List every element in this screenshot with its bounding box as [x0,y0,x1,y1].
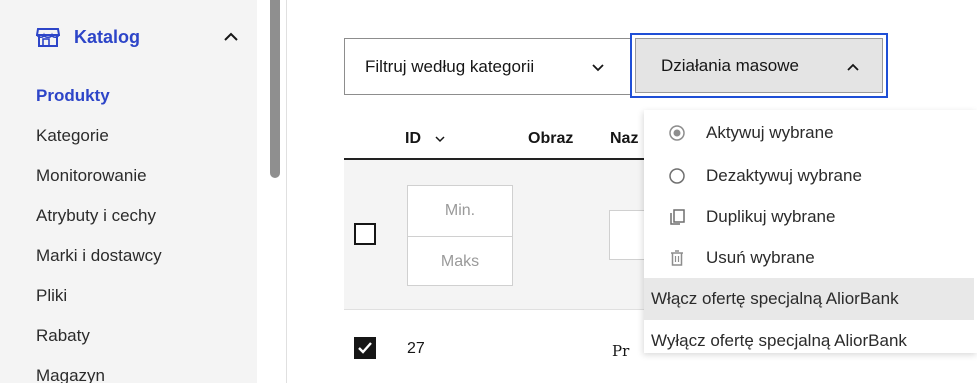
bulk-actions-button-face: Działania masowe [635,38,883,93]
id-min-input[interactable] [408,186,512,236]
chevron-up-icon [847,63,859,71]
sidebar-item-magazyn[interactable]: Magazyn [36,356,162,383]
sidebar-item-kategorie[interactable]: Kategorie [36,116,162,156]
menu-item-label: Duplikuj wybrane [706,207,836,226]
table-row[interactable]: 27 Pr [344,310,644,383]
checkmark-icon [358,342,372,354]
menu-item-activate[interactable]: Aktywuj wybrane [644,112,974,154]
sidebar-item-atrybuty[interactable]: Atrybuty i cechy [36,196,162,236]
category-filter-dropdown[interactable]: Filtruj według kategorii [344,38,631,95]
row-name: Pr [612,342,630,360]
menu-item-duplicate[interactable]: Duplikuj wybrane [644,196,974,238]
column-header-id[interactable]: ID [405,130,446,148]
copy-icon [670,209,685,225]
menu-item-label: Dezaktywuj wybrane [706,166,862,185]
category-filter-label: Filtruj według kategorii [365,56,535,76]
column-header-id-label: ID [405,130,421,147]
menu-item-label: Wyłącz ofertę specjalną AliorBank [651,331,907,350]
bulk-actions-button[interactable]: Działania masowe [630,33,888,98]
chevron-up-icon [224,32,238,41]
row-checkbox[interactable] [354,337,376,359]
table-filter-row [344,160,649,310]
name-filter-input[interactable] [609,210,649,260]
sidebar-item-rabaty[interactable]: Rabaty [36,316,162,356]
select-all-checkbox[interactable] [354,223,376,245]
storefront-icon [36,28,60,47]
menu-item-label: Włącz ofertę specjalną AliorBank [651,289,899,308]
row-id: 27 [407,340,425,357]
bulk-actions-label: Działania masowe [661,55,799,75]
trash-icon [671,250,683,266]
radio-empty-icon [669,168,685,184]
sidebar-item-produkty[interactable]: Produkty [36,76,162,116]
menu-item-disable-alior-offer[interactable]: Wyłącz ofertę specjalną AliorBank [644,320,974,362]
menu-item-enable-alior-offer[interactable]: Włącz ofertę specjalną AliorBank [644,278,974,320]
column-header-name[interactable]: Naz [610,130,638,148]
id-range-filter [407,185,513,287]
radio-checked-icon [669,125,685,141]
sidebar: Katalog Produkty Kategorie Monitorowanie… [0,0,257,383]
column-header-image: Obraz [528,130,574,147]
sidebar-item-marki[interactable]: Marki i dostawcy [36,236,162,276]
bulk-actions-menu: Aktywuj wybrane Dezaktywuj wybrane Dupli… [644,110,977,353]
menu-item-label: Aktywuj wybrane [706,123,834,142]
sidebar-section-catalog[interactable]: Katalog [18,20,250,54]
sidebar-scrollbar-thumb[interactable] [270,0,280,178]
menu-item-label: Usuń wybrane [706,248,815,267]
id-max-input[interactable] [408,237,512,287]
sort-chevron-down-icon [435,136,445,142]
sidebar-section-title: Katalog [74,26,141,47]
table-header: ID Obraz Naz [344,118,644,160]
sidebar-item-monitorowanie[interactable]: Monitorowanie [36,156,162,196]
menu-item-deactivate[interactable]: Dezaktywuj wybrane [644,155,974,197]
sidebar-item-pliki[interactable]: Pliki [36,276,162,316]
chevron-down-icon [592,64,604,72]
menu-item-delete[interactable]: Usuń wybrane [644,237,974,279]
sidebar-nav: Produkty Kategorie Monitorowanie Atrybut… [36,76,162,383]
